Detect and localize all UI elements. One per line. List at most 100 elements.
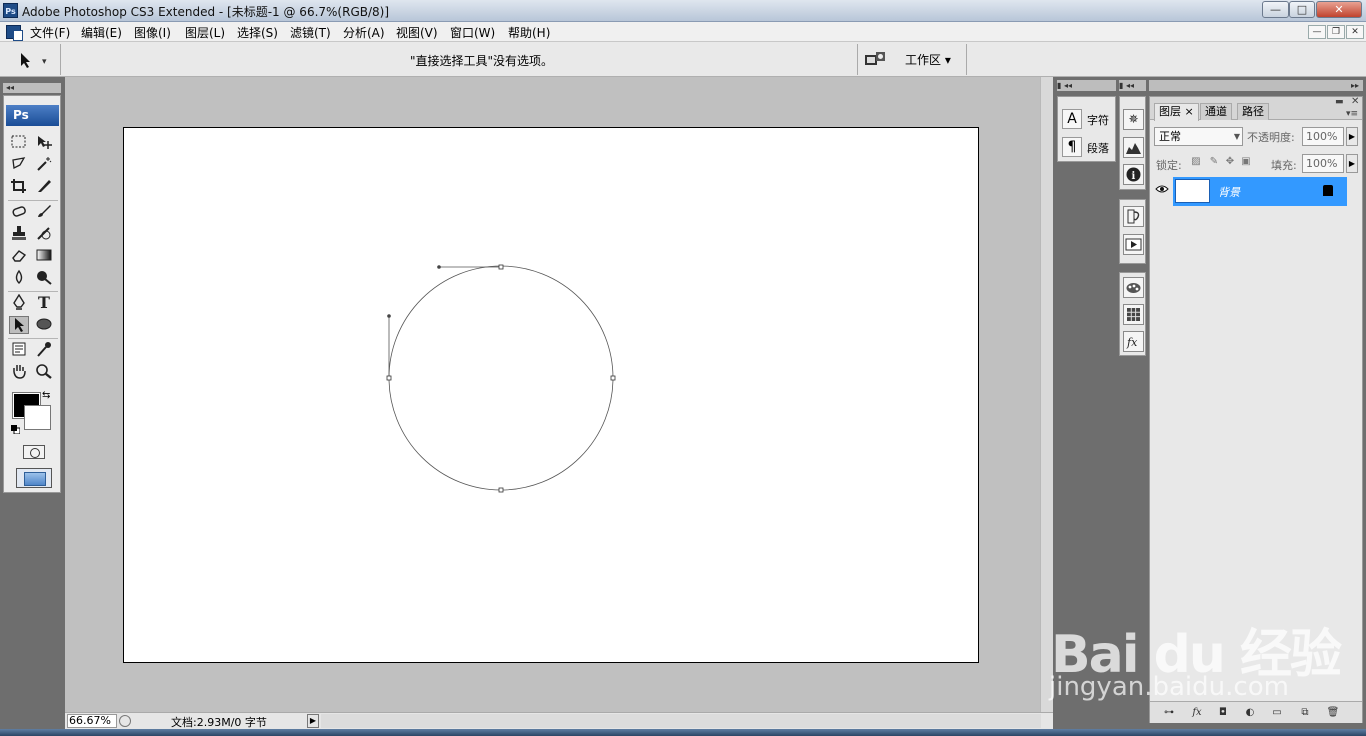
styles-icon[interactable] <box>1123 304 1144 325</box>
link-layers-icon[interactable]: ⊶ <box>1160 706 1178 720</box>
tab-close-icon[interactable]: × <box>1185 105 1194 118</box>
menu-analysis[interactable]: 分析(A) <box>343 24 385 41</box>
document-canvas[interactable] <box>123 127 979 663</box>
menu-file[interactable]: 文件(F) <box>30 24 70 41</box>
panel-close-icon[interactable]: ✕ <box>1351 96 1359 107</box>
zoom-tool-icon[interactable] <box>34 363 54 381</box>
quick-mask-button[interactable] <box>23 445 45 459</box>
character-paragraph-panel: A 字符 ¶ 段落 <box>1057 96 1116 162</box>
bridge-icon[interactable] <box>864 50 886 68</box>
doc-close-button[interactable]: ✕ <box>1346 25 1364 39</box>
maximize-button[interactable]: □ <box>1289 1 1315 18</box>
opacity-field[interactable]: 100% <box>1302 127 1344 146</box>
workspace-menu[interactable]: 工作区 ▾ <box>905 51 951 68</box>
tab-layers[interactable]: 图层 × <box>1154 103 1199 121</box>
dock-header-collapse[interactable]: ▮ ◂◂ <box>1057 80 1116 91</box>
zoom-level-field[interactable]: 66.67% <box>67 714 117 728</box>
paragraph-panel-button[interactable]: ¶ 段落 <box>1060 135 1114 159</box>
minimize-button[interactable]: — <box>1262 1 1289 18</box>
magic-wand-tool-icon[interactable] <box>34 156 54 174</box>
lock-all-icon[interactable]: ▣ <box>1240 156 1252 168</box>
layer-style-fx-icon[interactable]: fx <box>1123 331 1144 352</box>
gradient-tool-icon[interactable] <box>34 247 54 265</box>
slice-tool-icon[interactable] <box>34 178 54 196</box>
fill-field[interactable]: 100% <box>1302 154 1344 173</box>
lock-transparency-icon[interactable]: ▨ <box>1190 156 1202 168</box>
vertical-scrollbar[interactable] <box>1040 77 1053 712</box>
doc-restore-button[interactable]: ❐ <box>1327 25 1345 39</box>
lasso-tool-icon[interactable] <box>9 156 29 174</box>
document-icon[interactable] <box>6 25 23 41</box>
add-layer-style-icon[interactable]: fx <box>1188 706 1206 720</box>
eyedropper-tool-icon[interactable] <box>34 341 54 359</box>
menu-window[interactable]: 窗口(W) <box>450 24 495 41</box>
navigator-icon[interactable]: ✵ <box>1123 109 1144 130</box>
hand-tool-icon[interactable] <box>9 363 29 381</box>
actions-icon[interactable] <box>1123 234 1144 255</box>
menu-image[interactable]: 图像(I) <box>134 24 171 41</box>
background-color-swatch[interactable] <box>24 405 51 430</box>
tab-channels[interactable]: 通道 <box>1200 103 1232 120</box>
dock-header-collapse[interactable]: ▮ ◂◂ <box>1119 80 1146 91</box>
default-colors-icon[interactable] <box>11 423 21 435</box>
doc-minimize-button[interactable]: — <box>1308 25 1326 39</box>
screen-mode-button[interactable] <box>16 468 52 488</box>
status-menu-arrow-icon[interactable]: ▶ <box>307 714 319 728</box>
layer-name[interactable]: 背景 <box>1218 184 1240 200</box>
panel-minimize-icon[interactable]: ▬ <box>1335 97 1344 107</box>
move-tool-icon[interactable] <box>34 134 54 152</box>
healing-brush-tool-icon[interactable] <box>9 203 29 221</box>
tab-paths[interactable]: 路径 <box>1237 103 1269 120</box>
brush-tool-icon[interactable] <box>34 203 54 221</box>
fill-slider-arrow-icon[interactable]: ▶ <box>1346 154 1358 173</box>
menu-select[interactable]: 选择(S) <box>237 24 278 41</box>
character-panel-button[interactable]: A 字符 <box>1060 107 1114 131</box>
history-icon[interactable] <box>1123 206 1144 227</box>
swatches-icon[interactable] <box>1123 277 1144 298</box>
tools-collapse-header[interactable]: ◂◂ <box>3 83 61 93</box>
menu-layer[interactable]: 图层(L) <box>185 24 225 41</box>
pen-tool-icon[interactable] <box>9 293 29 312</box>
lock-position-icon[interactable]: ✥ <box>1224 156 1236 168</box>
new-adjustment-layer-icon[interactable]: ◐ <box>1241 706 1259 720</box>
opacity-slider-arrow-icon[interactable]: ▶ <box>1346 127 1358 146</box>
notes-tool-icon[interactable] <box>9 341 29 359</box>
menu-edit[interactable]: 编辑(E) <box>81 24 122 41</box>
horizontal-scrollbar[interactable] <box>321 714 1041 728</box>
path-overlay[interactable] <box>124 128 980 664</box>
status-info-icon[interactable] <box>119 715 131 727</box>
dock-header-collapse[interactable]: ▸▸ <box>1149 80 1363 91</box>
new-group-icon[interactable]: ▭ <box>1268 706 1286 720</box>
marquee-tool-icon[interactable] <box>9 134 29 152</box>
menu-filter[interactable]: 滤镜(T) <box>290 24 331 41</box>
direct-selection-icon: ▾ <box>21 53 47 68</box>
crop-tool-icon[interactable] <box>9 178 29 196</box>
dodge-tool-icon[interactable] <box>34 269 54 287</box>
direct-selection-tool-icon[interactable] <box>9 316 29 334</box>
clone-stamp-tool-icon[interactable] <box>9 225 29 243</box>
close-button[interactable]: ✕ <box>1316 1 1362 18</box>
panel-menu-icon[interactable]: ▾≡ <box>1346 109 1358 119</box>
delete-layer-icon[interactable]: 🗑 <box>1324 706 1342 720</box>
eraser-tool-icon[interactable] <box>9 247 29 265</box>
menu-help[interactable]: 帮助(H) <box>508 24 550 41</box>
add-layer-mask-icon[interactable]: ◘ <box>1214 706 1232 720</box>
blur-tool-icon[interactable] <box>9 269 29 287</box>
new-layer-icon[interactable]: ⧉ <box>1296 706 1314 720</box>
photoshop-app-icon: Ps <box>3 3 18 18</box>
type-tool-icon[interactable]: T <box>34 293 54 312</box>
blend-mode-select[interactable]: 正常 ▼ <box>1154 127 1243 146</box>
history-brush-tool-icon[interactable] <box>34 225 54 243</box>
divider <box>8 200 58 201</box>
lock-image-icon[interactable]: ✎ <box>1208 156 1220 168</box>
swap-colors-icon[interactable]: ⇆ <box>42 390 50 401</box>
histogram-icon[interactable] <box>1123 137 1144 158</box>
menu-view[interactable]: 视图(V) <box>396 24 438 41</box>
layer-item[interactable]: 背景 <box>1173 177 1347 206</box>
ps-logo[interactable]: Ps <box>6 105 59 126</box>
eye-icon[interactable] <box>1152 181 1171 202</box>
ellipse-tool-icon[interactable] <box>34 316 54 334</box>
tool-preset-picker[interactable]: ▾ <box>8 48 58 72</box>
layer-row[interactable]: 背景 <box>1150 177 1362 206</box>
info-icon[interactable]: i <box>1123 164 1144 185</box>
